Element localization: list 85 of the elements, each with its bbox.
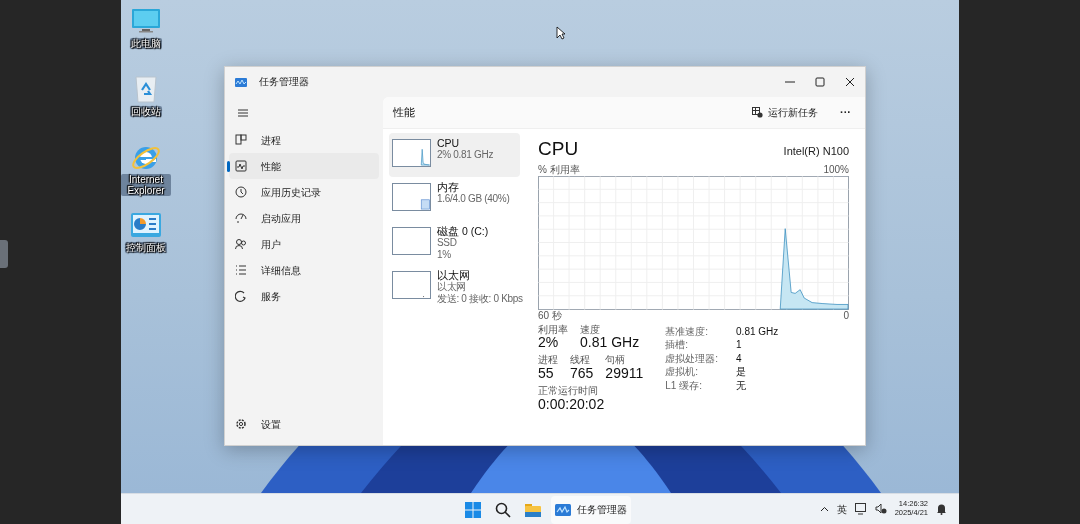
stat-label: 利用率 bbox=[538, 323, 568, 335]
spec-label: 虚拟处理器: bbox=[665, 352, 719, 365]
mouse-pointer-icon bbox=[556, 26, 566, 40]
nav-item[interactable]: 性能 bbox=[229, 153, 379, 179]
bell-icon bbox=[936, 503, 947, 515]
device-name: 内存 bbox=[437, 181, 460, 194]
stat-label: 正常运行时间 bbox=[538, 385, 599, 397]
side-handle[interactable] bbox=[0, 240, 8, 268]
spec-label: L1 缓存: bbox=[665, 379, 703, 392]
chevron-up-icon bbox=[819, 506, 829, 512]
detail-title: CPU bbox=[538, 137, 579, 161]
layout-icon bbox=[235, 134, 247, 146]
device-name: CPU bbox=[437, 137, 461, 150]
device-detail: 发送: 0 接收: 0 Kbps bbox=[437, 293, 523, 306]
device-name: 以太网 bbox=[437, 269, 471, 282]
monitor-icon bbox=[130, 6, 162, 36]
close-icon bbox=[845, 77, 855, 87]
list-icon bbox=[235, 264, 247, 276]
monitor-icon bbox=[854, 503, 867, 515]
gauge-icon bbox=[235, 212, 247, 224]
device-item[interactable]: 磁盘 0 (C:) SSD 1% bbox=[389, 221, 520, 266]
maximize-icon bbox=[815, 77, 825, 87]
stat-value: 2% bbox=[538, 335, 560, 351]
mini-graph bbox=[392, 183, 431, 211]
device-detail: 1.6/4.0 GB (40%) bbox=[437, 193, 510, 206]
stat-label: 速度 bbox=[580, 323, 601, 335]
folder-icon bbox=[525, 502, 541, 517]
refresh-icon bbox=[235, 290, 247, 302]
nav-item[interactable]: 详细信息 bbox=[229, 257, 379, 283]
chart-icon bbox=[235, 160, 247, 172]
desktop-icon-label[interactable]: Internet Explorer bbox=[121, 174, 171, 196]
device-detail: 2% 0.81 GHz bbox=[437, 149, 494, 162]
device-item[interactable]: 内存 1.6/4.0 GB (40%) bbox=[389, 177, 520, 221]
axis-label: 60 秒 bbox=[538, 309, 562, 322]
menu-icon bbox=[237, 107, 249, 119]
task-manager-icon bbox=[555, 503, 571, 516]
device-detail: 以太网 bbox=[437, 281, 467, 294]
device-detail: SSD bbox=[437, 237, 458, 250]
stat-value: 0.81 GHz bbox=[580, 335, 640, 351]
spec-value: 无 bbox=[736, 379, 748, 392]
run-new-task-button[interactable]: 运行新任务 bbox=[748, 103, 822, 122]
mini-graph bbox=[392, 139, 431, 167]
settings-icon bbox=[235, 418, 247, 430]
spec-value: 4 bbox=[736, 352, 743, 365]
axis-label: % 利用率 bbox=[538, 163, 580, 176]
stat-label: 句柄 bbox=[605, 354, 627, 366]
axis-label: 100% bbox=[823, 163, 849, 176]
nav-item[interactable]: 应用历史记录 bbox=[229, 179, 379, 205]
stat-value: 29911 bbox=[605, 365, 644, 382]
stat-value: 0:00:20:02 bbox=[538, 396, 606, 413]
nav-item[interactable]: 启动应用 bbox=[229, 205, 379, 231]
windows-logo-icon bbox=[465, 501, 481, 518]
spec-label: 基准速度: bbox=[665, 325, 710, 338]
nav-item[interactable]: 进程 bbox=[229, 127, 379, 153]
input-method-indicator[interactable]: 英 bbox=[836, 501, 847, 517]
users-icon bbox=[235, 238, 247, 250]
device-detail: 1% bbox=[437, 249, 452, 262]
window-title: 任务管理器 bbox=[259, 74, 309, 89]
nav-item[interactable]: 服务 bbox=[229, 283, 379, 309]
page-title: 性能 bbox=[393, 104, 415, 120]
taskbar-app-button[interactable]: 任务管理器 bbox=[551, 495, 631, 524]
axis-label: 0 bbox=[843, 309, 849, 322]
more-button[interactable]: ··· bbox=[836, 104, 855, 121]
clock-icon bbox=[235, 186, 247, 198]
cpu-model: Intel(R) N100 bbox=[783, 144, 849, 159]
control-panel-icon bbox=[130, 210, 162, 240]
speaker-icon bbox=[874, 503, 887, 515]
stat-value: 765 bbox=[570, 365, 594, 382]
spec-value: 0.81 GHz bbox=[736, 325, 779, 338]
spec-value: 1 bbox=[736, 339, 743, 352]
spec-label: 插槽: bbox=[665, 339, 690, 352]
device-name: 磁盘 0 (C:) bbox=[437, 225, 489, 238]
spec-value: 是 bbox=[736, 366, 748, 379]
stat-value: 55 bbox=[538, 365, 555, 382]
stat-label: 线程 bbox=[570, 354, 591, 366]
mini-graph bbox=[392, 227, 431, 255]
spec-label: 虚拟机: bbox=[665, 366, 700, 379]
mini-graph bbox=[392, 271, 431, 300]
settings-button[interactable]: 设置 bbox=[229, 411, 379, 437]
nav-item[interactable]: 用户 bbox=[229, 231, 379, 257]
device-item[interactable]: CPU 2% 0.81 GHz bbox=[389, 133, 520, 177]
app-icon bbox=[235, 77, 247, 87]
stat-label: 进程 bbox=[538, 354, 558, 366]
new-task-icon bbox=[752, 107, 763, 118]
search-icon bbox=[495, 501, 511, 518]
